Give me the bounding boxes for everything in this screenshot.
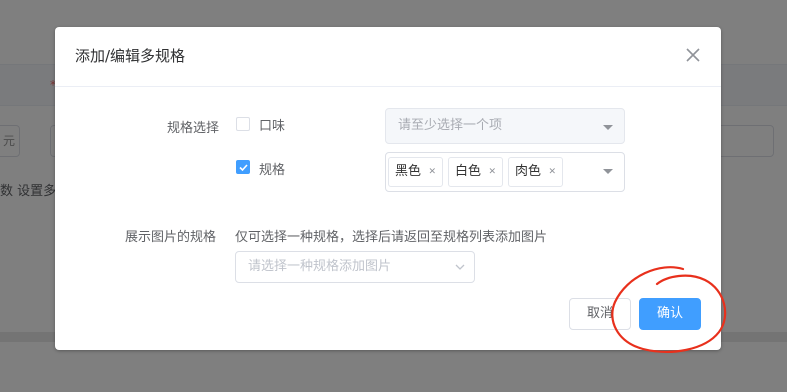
spec-dialog: 添加/编辑多规格 规格选择 口味 请至少选择一个项 规格 黑色 ✕ 白色 ✕ 肉…	[55, 27, 721, 350]
spec-tag: 白色 ✕	[448, 157, 503, 187]
spec-select-label: 规格选择	[167, 121, 220, 136]
checkmark-icon	[239, 164, 248, 172]
caret-down-icon	[603, 169, 613, 174]
spec-tag: 黑色 ✕	[388, 157, 443, 187]
spec-checkbox-label[interactable]: 规格	[259, 159, 285, 178]
cancel-button[interactable]: 取消	[569, 298, 631, 330]
flavor-checkbox[interactable]	[236, 117, 250, 131]
dialog-title: 添加/编辑多规格	[75, 47, 186, 65]
flavor-select-placeholder: 请至少选择一个项	[398, 118, 503, 133]
dialog-header: 添加/编辑多规格	[55, 27, 721, 87]
spec-tag: 肉色 ✕	[508, 157, 563, 187]
flavor-select[interactable]: 请至少选择一个项	[385, 108, 625, 144]
flavor-checkbox-label[interactable]: 口味	[259, 115, 285, 134]
spec-tag-label: 黑色	[395, 164, 422, 179]
caret-down-icon	[603, 125, 613, 130]
image-spec-label: 展示图片的规格	[125, 230, 217, 245]
image-spec-placeholder: 请选择一种规格添加图片	[248, 259, 392, 274]
spec-tag-label: 白色	[455, 164, 482, 179]
chevron-down-icon	[455, 264, 465, 270]
image-spec-hint: 仅可选择一种规格，选择后请返回至规格列表添加图片	[235, 230, 548, 245]
spec-multi-select[interactable]: 黑色 ✕ 白色 ✕ 肉色 ✕	[385, 152, 625, 192]
close-button[interactable]	[683, 45, 703, 65]
tag-close-icon[interactable]: ✕	[428, 158, 436, 186]
tag-close-icon[interactable]: ✕	[548, 158, 556, 186]
confirm-button[interactable]: 确认	[639, 298, 701, 330]
spec-tag-label: 肉色	[515, 164, 542, 179]
image-spec-select[interactable]: 请选择一种规格添加图片	[235, 251, 475, 283]
close-icon	[686, 48, 700, 62]
spec-checkbox[interactable]	[236, 160, 250, 174]
tag-close-icon[interactable]: ✕	[488, 158, 496, 186]
